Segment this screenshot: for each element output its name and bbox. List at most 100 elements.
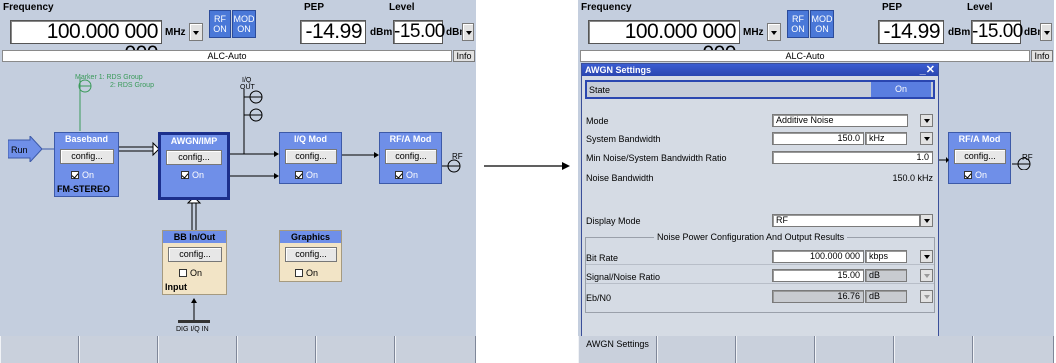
level-field[interactable]: -15.00: [393, 20, 445, 44]
graphics-config-button[interactable]: config...: [285, 247, 337, 262]
display-mode-select[interactable]: RF: [772, 214, 920, 227]
iq-mod-block[interactable]: I/Q Mod config... On: [279, 132, 342, 184]
state-label: State: [589, 85, 611, 95]
noise-power-group-title: Noise Power Configuration And Output Res…: [654, 232, 848, 242]
softkey-5[interactable]: [316, 336, 395, 363]
softkey-2[interactable]: [79, 336, 158, 363]
baseband-block[interactable]: Baseband config... On FM-STEREO: [54, 132, 119, 197]
softkey-3[interactable]: [158, 336, 237, 363]
frequency-unit-dropdown[interactable]: [767, 23, 781, 41]
bb-in-out-on-checkbox[interactable]: On: [179, 268, 202, 278]
awgn-imp-title: AWGN/IMP: [170, 136, 218, 146]
display-mode-label: Display Mode: [586, 216, 641, 226]
softkey-6[interactable]: [395, 336, 476, 363]
awgn-on-checkbox[interactable]: On: [181, 170, 204, 180]
bit-rate-label: Bit Rate: [586, 253, 619, 263]
ebn0-input[interactable]: 16.76: [772, 290, 864, 303]
softkey-bar: [0, 336, 476, 363]
rf-a-mod-on-checkbox[interactable]: On: [964, 170, 987, 180]
rf-a-mod-block[interactable]: RF/A Mod config... On: [379, 132, 442, 184]
iq-mod-title: I/Q Mod: [294, 134, 327, 144]
baseband-config-button[interactable]: config...: [60, 149, 114, 164]
pep-field: -14.99: [300, 20, 366, 44]
dig-iq-in-label: DIG I/Q IN: [176, 326, 209, 333]
ebn0-unit: dB: [865, 290, 907, 303]
pep-label: PEP: [304, 2, 325, 13]
min-noise-ratio-label: Min Noise/System Bandwidth Ratio: [586, 153, 727, 163]
display-mode-dropdown-button[interactable]: [920, 214, 933, 227]
softkey-2[interactable]: [657, 336, 736, 363]
system-bandwidth-input[interactable]: 150.0: [772, 132, 864, 145]
transition-arrow-icon: [484, 162, 570, 170]
mod-on-toggle[interactable]: MOD ON: [810, 10, 834, 38]
bb-in-out-config-button[interactable]: config...: [168, 247, 222, 262]
level-label: Level: [389, 2, 415, 13]
checkbox-icon: [295, 269, 303, 277]
state-toggle-button[interactable]: On: [871, 82, 931, 97]
mode-dropdown-button[interactable]: [920, 114, 933, 127]
bit-rate-unit-dropdown[interactable]: [920, 250, 933, 263]
close-icon[interactable]: _✕: [920, 64, 935, 76]
rf-on-toggle[interactable]: RF ON: [787, 10, 809, 38]
frequency-field[interactable]: 100.000 000 000: [588, 20, 740, 65]
awgn-config-button[interactable]: config...: [166, 150, 222, 165]
snr-unit: dB: [865, 269, 907, 282]
awgn-imp-block[interactable]: AWGN/IMP config... On: [158, 132, 230, 200]
rf-on-toggle[interactable]: RF ON: [209, 10, 231, 38]
marker-label-1: Marker 1: RDS Group: [75, 74, 143, 81]
ebn0-label: Eb/N0: [586, 293, 612, 303]
bb-in-out-title: BB In/Out: [163, 231, 226, 243]
bit-rate-unit[interactable]: kbps: [865, 250, 907, 263]
softkey-6[interactable]: [973, 336, 1054, 363]
frequency-field[interactable]: 100.000 000 000: [10, 20, 162, 65]
rf-output-label: RF: [1022, 153, 1033, 162]
bit-rate-input[interactable]: 100.000 000: [772, 250, 864, 263]
noise-bandwidth-value: 150.0 kHz: [892, 173, 933, 183]
mod-on-toggle[interactable]: MOD ON: [232, 10, 256, 38]
baseband-footer: FM-STEREO: [57, 184, 110, 194]
graphics-block[interactable]: Graphics config... On: [279, 230, 342, 282]
softkey-awgn-settings[interactable]: AWGN Settings: [578, 336, 657, 363]
min-noise-ratio-input[interactable]: 1.0: [772, 151, 933, 164]
pep-label: PEP: [882, 2, 903, 13]
dialog-title: AWGN Settings _✕: [582, 64, 938, 76]
rf-a-mod-title: RF/A Mod: [389, 134, 432, 144]
snr-unit-dropdown: [920, 269, 933, 282]
bb-in-out-footer: Input: [165, 282, 187, 292]
frequency-unit-dropdown[interactable]: [189, 23, 203, 41]
frequency-unit: MHz: [743, 27, 764, 38]
level-field[interactable]: -15.00: [971, 20, 1023, 44]
softkey-4[interactable]: [237, 336, 316, 363]
rf-a-mod-on-checkbox[interactable]: On: [395, 170, 418, 180]
softkey-5[interactable]: [894, 336, 973, 363]
awgn-settings-dialog: AWGN Settings _✕ State On Mode Additive N…: [581, 63, 939, 345]
info-button[interactable]: Info: [453, 50, 475, 62]
softkey-4[interactable]: [815, 336, 894, 363]
checkbox-icon: [964, 171, 972, 179]
softkey-3[interactable]: [736, 336, 815, 363]
system-bandwidth-unit[interactable]: kHz: [865, 132, 907, 145]
baseband-on-checkbox[interactable]: On: [71, 170, 94, 180]
marker-label-2: 2: RDS Group: [110, 82, 154, 89]
mode-select[interactable]: Additive Noise: [772, 114, 908, 127]
rf-output-label: RF: [452, 152, 463, 161]
snr-input[interactable]: 15.00: [772, 269, 864, 282]
checkbox-icon: [181, 171, 189, 179]
softkey-1[interactable]: [0, 336, 79, 363]
iq-mod-on-checkbox[interactable]: On: [295, 170, 318, 180]
level-unit-dropdown[interactable]: [462, 23, 474, 41]
checkbox-icon: [395, 171, 403, 179]
status-bar: ALC-Auto: [2, 50, 452, 62]
iq-out-label-2: OUT: [240, 84, 255, 91]
instrument-screen-after: Frequency 100.000 000 000 MHz RFON MODON…: [578, 0, 1054, 363]
rf-a-mod-config-button[interactable]: config...: [385, 149, 437, 164]
level-unit-dropdown[interactable]: [1040, 23, 1052, 41]
info-button[interactable]: Info: [1031, 50, 1053, 62]
level-label: Level: [967, 2, 993, 13]
iq-mod-config-button[interactable]: config...: [285, 149, 337, 164]
frequency-label: Frequency: [3, 2, 54, 13]
system-bandwidth-unit-dropdown[interactable]: [920, 132, 933, 145]
frequency-unit: MHz: [165, 27, 186, 38]
graphics-on-checkbox[interactable]: On: [295, 268, 318, 278]
bb-in-out-block[interactable]: BB In/Out config... On Input: [162, 230, 227, 295]
